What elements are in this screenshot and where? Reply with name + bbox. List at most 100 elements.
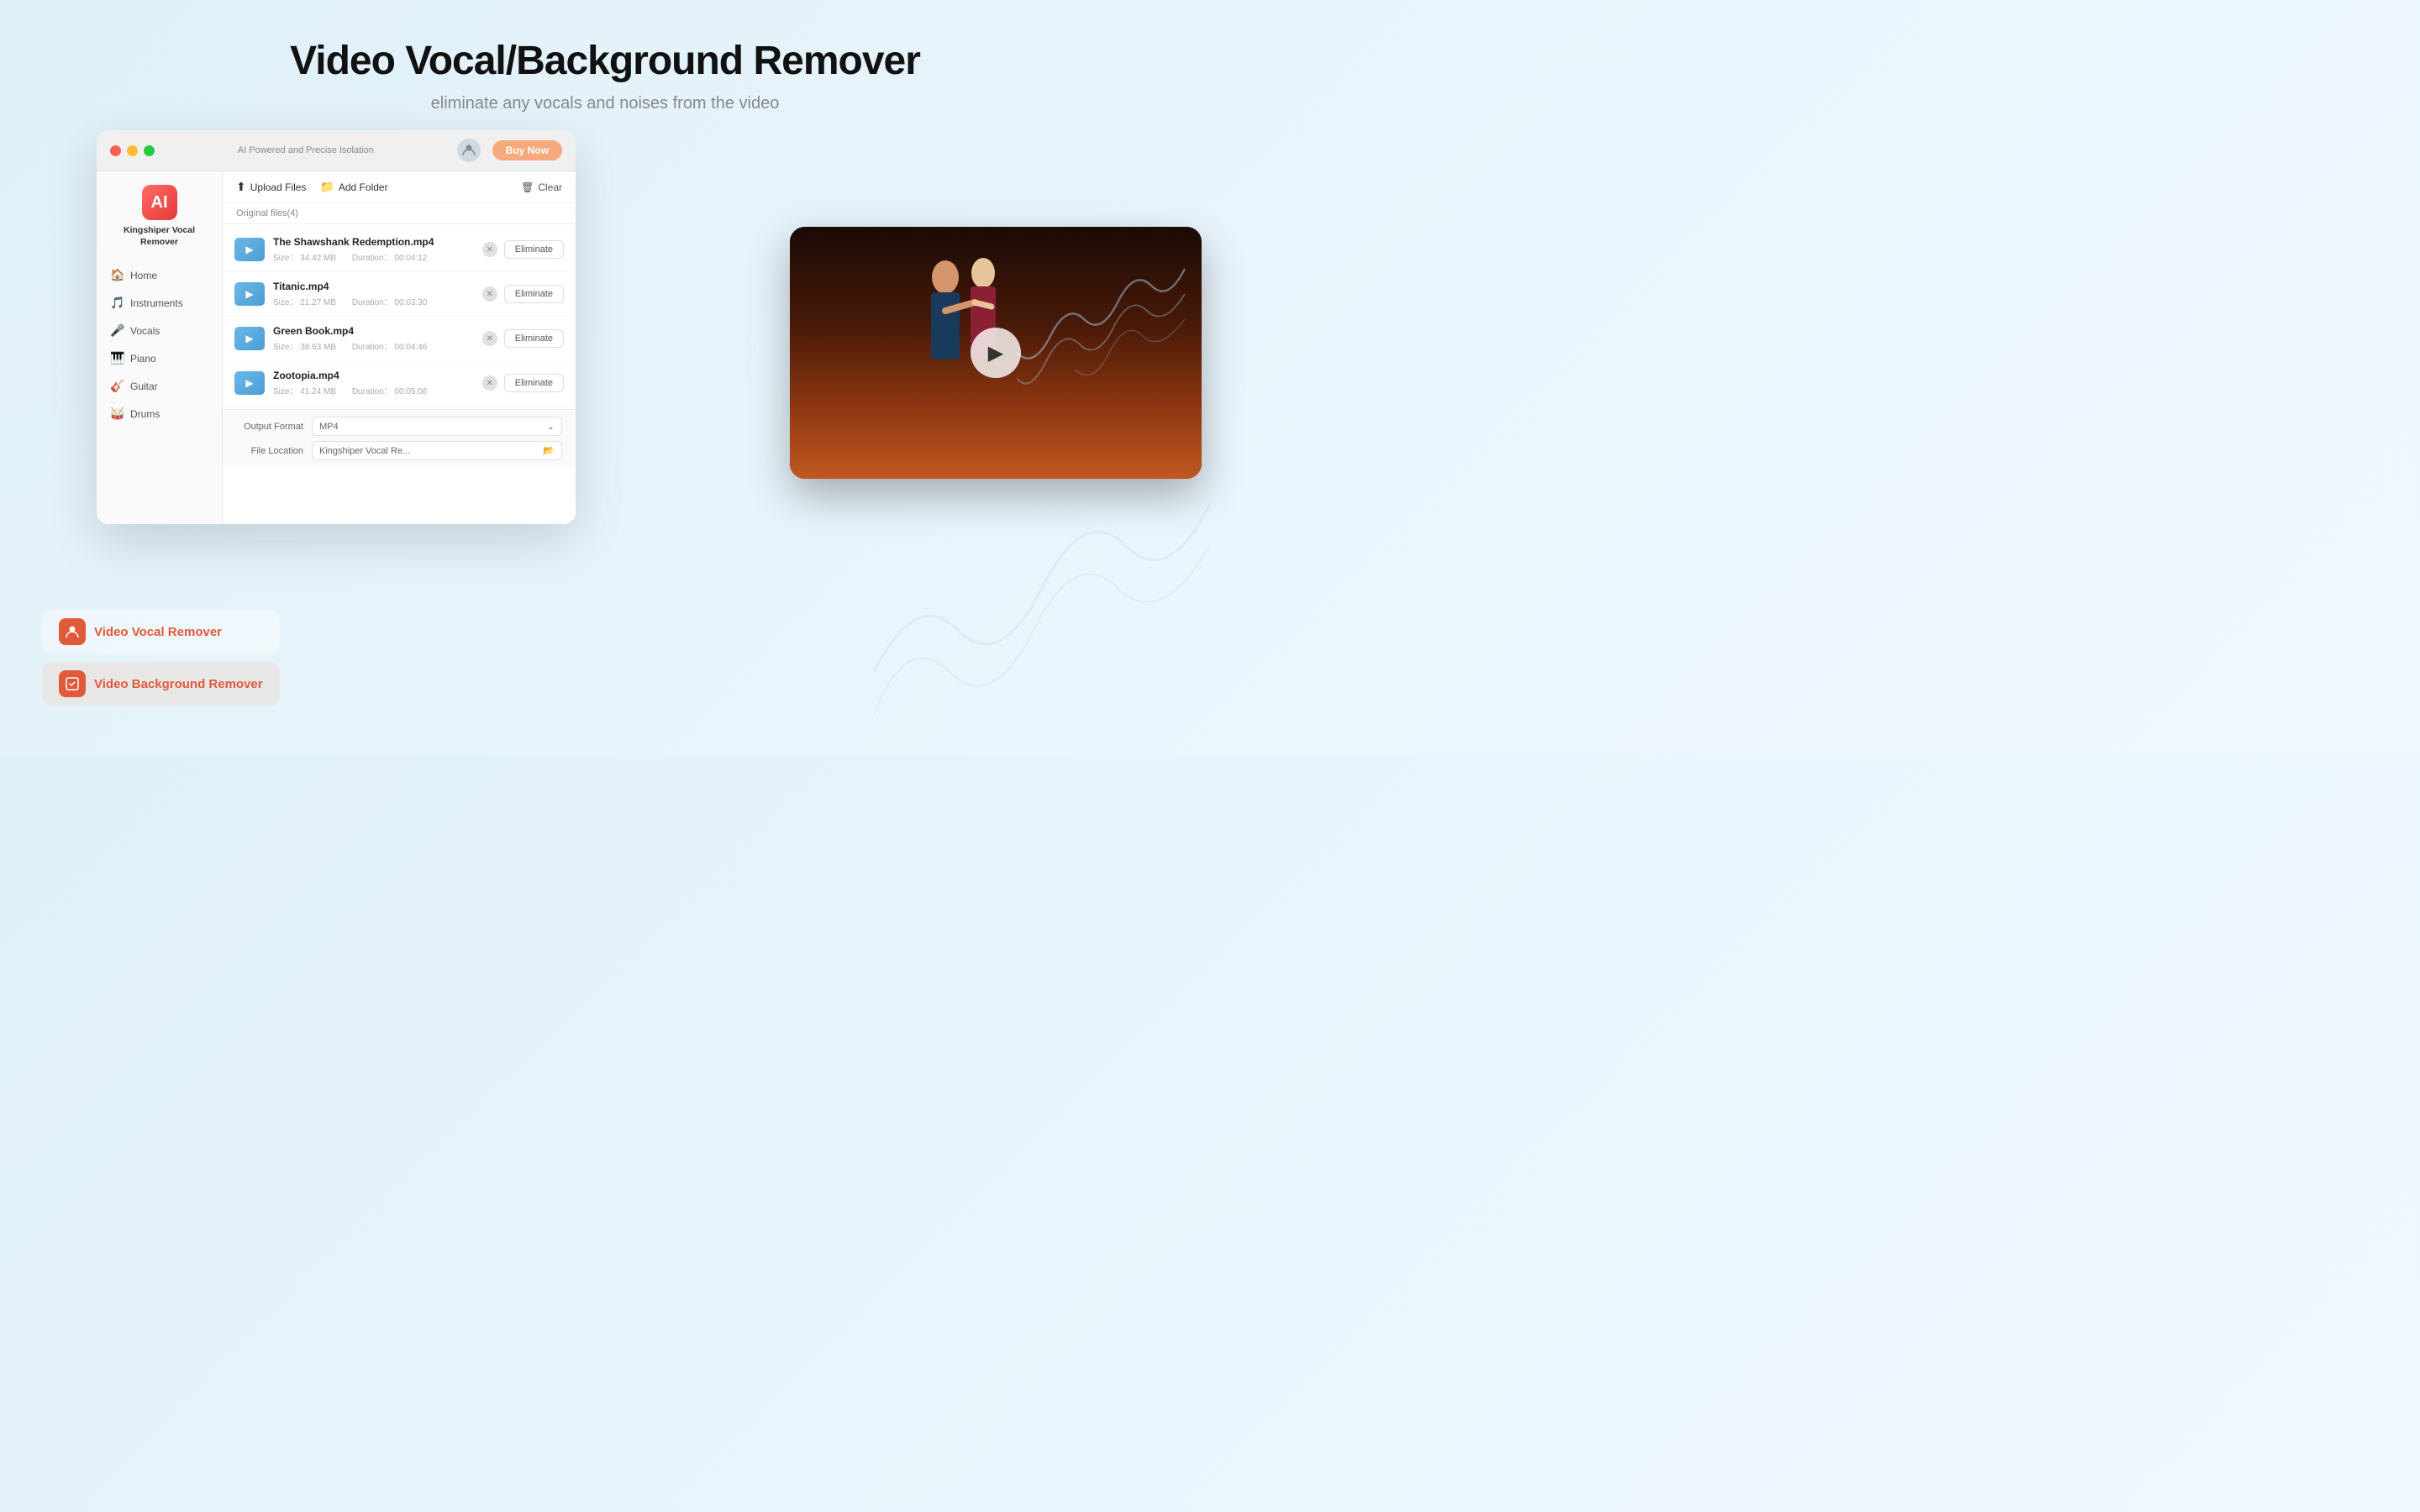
- vocals-icon: 🎤: [110, 323, 124, 338]
- file-size-label-2: Size：: [273, 343, 297, 352]
- file-size-label-0: Size：: [273, 254, 297, 263]
- table-row: ▶ Zootopia.mp4 Size： 41.24 MB Duration： …: [223, 361, 576, 406]
- file-count-label: Original files(4): [223, 203, 576, 224]
- eliminate-0-button[interactable]: Eliminate: [504, 240, 564, 259]
- file-name-1: Titanic.mp4: [273, 281, 474, 292]
- file-duration-label-0: Duration：: [352, 254, 392, 263]
- upload-files-button[interactable]: ⬆ Upload Files: [236, 180, 306, 194]
- app-logo-icon: AI: [142, 185, 177, 220]
- file-actions-0: ✕ Eliminate: [482, 240, 564, 259]
- piano-icon: 🎹: [110, 351, 124, 365]
- file-location-row: File Location Kingshiper Vocal Re... 📂: [236, 441, 562, 460]
- output-format-select[interactable]: MP4 ⌄: [312, 417, 562, 436]
- file-meta-0: Size： 34.42 MB Duration： 00:04:12: [273, 250, 474, 263]
- file-duration-0: 00:04:12: [394, 254, 427, 263]
- video-bg-remover-button[interactable]: Video Background Remover: [42, 662, 280, 706]
- table-row: ▶ The Shawshank Redemption.mp4 Size： 34.…: [223, 228, 576, 272]
- remove-file-1-button[interactable]: ✕: [482, 286, 497, 302]
- maximize-window-button[interactable]: [144, 145, 155, 156]
- sidebar-item-instruments[interactable]: 🎵 Instruments: [97, 289, 222, 317]
- output-format-label: Output Format: [236, 422, 303, 432]
- sidebar-label-vocals: Vocals: [130, 325, 160, 337]
- file-actions-1: ✕ Eliminate: [482, 285, 564, 303]
- play-icon: ▶: [245, 333, 253, 344]
- video-play-button[interactable]: ▶: [971, 328, 1021, 378]
- file-location-label: File Location: [236, 446, 303, 456]
- file-size-0: 34.42 MB: [300, 254, 336, 263]
- play-icon: ▶: [245, 377, 253, 389]
- file-meta-3: Size： 41.24 MB Duration： 00:05:06: [273, 384, 474, 396]
- file-thumbnail-2: ▶: [234, 327, 265, 350]
- add-folder-button[interactable]: 📁 Add Folder: [319, 180, 387, 194]
- sidebar-item-guitar[interactable]: 🎸 Guitar: [97, 372, 222, 400]
- sidebar-item-piano[interactable]: 🎹 Piano: [97, 344, 222, 372]
- sidebar-item-home[interactable]: 🏠 Home: [97, 261, 222, 289]
- remove-file-3-button[interactable]: ✕: [482, 375, 497, 391]
- page-subtitle: eliminate any vocals and noises from the…: [0, 94, 1210, 113]
- close-window-button[interactable]: [110, 145, 121, 156]
- file-duration-label-1: Duration：: [352, 298, 392, 307]
- sidebar-label-home: Home: [130, 270, 157, 281]
- output-format-row: Output Format MP4 ⌄: [236, 417, 562, 436]
- file-duration-2: 00:04:46: [394, 343, 427, 352]
- sidebar-logo: AI Kingshiper Vocal Remover: [97, 185, 222, 261]
- upload-icon: ⬆: [236, 180, 246, 194]
- file-size-1: 21.27 MB: [300, 298, 336, 307]
- folder-icon: 📂: [543, 445, 555, 456]
- guitar-icon: 🎸: [110, 379, 124, 393]
- user-avatar[interactable]: [457, 139, 481, 162]
- main-content: ⬆ Upload Files 📁 Add Folder 🗑 Clear Orig…: [223, 171, 576, 524]
- title-bar-label: AI Powered and Precise Isolation: [238, 145, 374, 155]
- vocal-remover-label: Video Vocal Remover: [94, 625, 222, 639]
- output-format-value: MP4: [319, 422, 339, 432]
- eliminate-3-button[interactable]: Eliminate: [504, 374, 564, 392]
- file-location-value: Kingshiper Vocal Re...: [319, 446, 410, 456]
- sidebar-label-piano: Piano: [130, 353, 156, 365]
- bg-remover-icon: [59, 670, 86, 697]
- clear-button[interactable]: 🗑 Clear: [521, 181, 562, 193]
- file-actions-2: ✕ Eliminate: [482, 329, 564, 348]
- drums-icon: 🥁: [110, 407, 124, 421]
- upload-label: Upload Files: [250, 181, 307, 193]
- file-size-2: 38.63 MB: [300, 343, 336, 352]
- file-thumbnail-3: ▶: [234, 371, 265, 395]
- file-info-2: Green Book.mp4 Size： 38.63 MB Duration： …: [273, 325, 474, 352]
- feature-buttons: Video Vocal Remover Video Background Rem…: [42, 610, 280, 706]
- file-actions-3: ✕ Eliminate: [482, 374, 564, 392]
- file-thumbnail-1: ▶: [234, 282, 265, 306]
- home-icon: 🏠: [110, 268, 124, 282]
- file-duration-label-3: Duration：: [352, 387, 392, 396]
- clear-label: Clear: [538, 181, 562, 193]
- minimize-window-button[interactable]: [127, 145, 138, 156]
- eliminate-1-button[interactable]: Eliminate: [504, 285, 564, 303]
- page-header: Video Vocal/Background Remover eliminate…: [0, 0, 1210, 113]
- sidebar-item-vocals[interactable]: 🎤 Vocals: [97, 317, 222, 344]
- sidebar-item-drums[interactable]: 🥁 Drums: [97, 400, 222, 428]
- file-duration-1: 00:03:30: [394, 298, 427, 307]
- vocal-remover-icon: [59, 618, 86, 645]
- sidebar: AI Kingshiper Vocal Remover 🏠 Home 🎵 Ins…: [97, 171, 223, 524]
- title-bar: AI Powered and Precise Isolation Buy Now: [97, 130, 576, 171]
- file-list: ▶ The Shawshank Redemption.mp4 Size： 34.…: [223, 224, 576, 409]
- clear-icon: 🗑: [521, 181, 534, 193]
- title-bar-right: Buy Now: [457, 139, 562, 162]
- table-row: ▶ Titanic.mp4 Size： 21.27 MB Duration： 0…: [223, 272, 576, 317]
- remove-file-2-button[interactable]: ✕: [482, 331, 497, 346]
- remove-file-0-button[interactable]: ✕: [482, 242, 497, 257]
- page-title: Video Vocal/Background Remover: [0, 38, 1210, 84]
- file-info-0: The Shawshank Redemption.mp4 Size： 34.42…: [273, 236, 474, 263]
- instruments-icon: 🎵: [110, 296, 124, 310]
- eliminate-2-button[interactable]: Eliminate: [504, 329, 564, 348]
- app-body: AI Kingshiper Vocal Remover 🏠 Home 🎵 Ins…: [97, 171, 576, 524]
- file-name-0: The Shawshank Redemption.mp4: [273, 236, 474, 248]
- file-duration-3: 00:05:06: [394, 387, 427, 396]
- toolbar-left: ⬆ Upload Files 📁 Add Folder: [236, 180, 388, 194]
- file-meta-1: Size： 21.27 MB Duration： 00:03:30: [273, 295, 474, 307]
- video-preview: ▶: [790, 227, 1202, 479]
- video-vocal-remover-button[interactable]: Video Vocal Remover: [42, 610, 280, 654]
- file-location-select[interactable]: Kingshiper Vocal Re... 📂: [312, 441, 562, 460]
- buy-now-button[interactable]: Buy Now: [492, 140, 562, 160]
- file-name-2: Green Book.mp4: [273, 325, 474, 337]
- file-thumbnail-0: ▶: [234, 238, 265, 261]
- window-controls: [110, 145, 155, 156]
